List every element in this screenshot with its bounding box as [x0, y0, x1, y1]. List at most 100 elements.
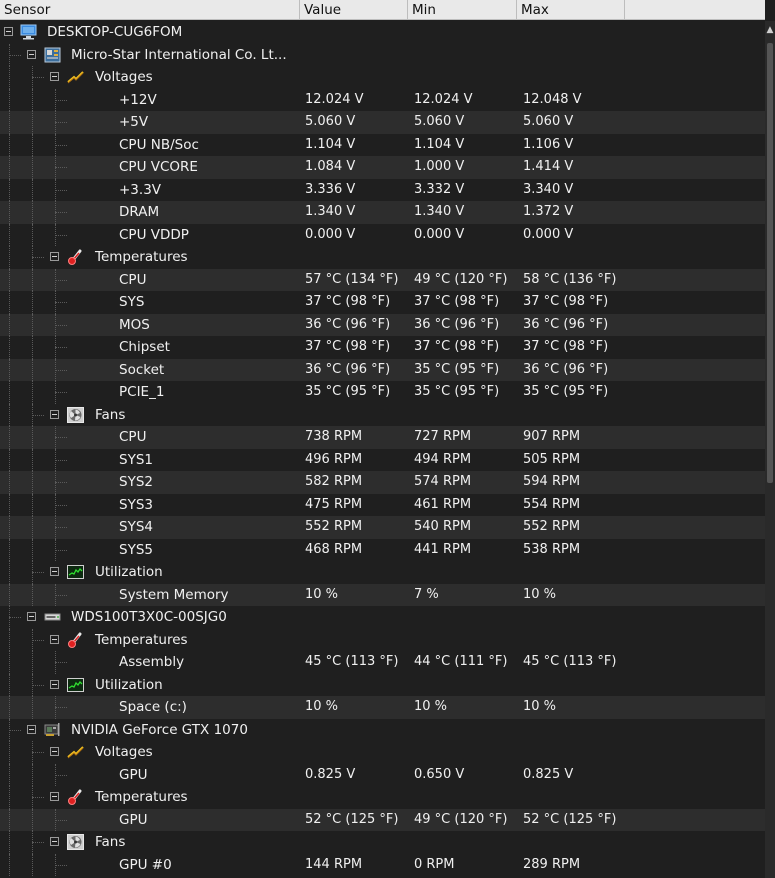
sensor-row[interactable]: SYS1 496 RPM 494 RPM 505 RPM: [0, 448, 765, 471]
sensor-row[interactable]: Chipset 37 °C (98 °F) 37 °C (98 °F) 37 °C (…: [0, 336, 765, 359]
sensor-max: 45 °C (113 °F): [523, 654, 617, 669]
sensor-row[interactable]: GPU 0.825 V 0.650 V 0.825 V: [0, 763, 765, 786]
sensor-row[interactable]: Space (c:) 10 % 10 % 10 %: [0, 696, 765, 719]
sensor-row[interactable]: +5V 5.060 V 5.060 V 5.060 V: [0, 111, 765, 134]
tree-node-group[interactable]: Voltages: [0, 66, 765, 89]
tree-node-group[interactable]: Temperatures: [0, 786, 765, 809]
thermometer-icon: [67, 249, 84, 265]
sensor-row[interactable]: GPU #0 144 RPM 0 RPM 289 RPM: [0, 853, 765, 876]
group-collapse-toggle[interactable]: [50, 72, 59, 81]
sensor-row[interactable]: +3.3V 3.336 V 3.332 V 3.340 V: [0, 178, 765, 201]
sensor-row[interactable]: System Memory 10 % 7 % 10 %: [0, 583, 765, 606]
sensor-min: 0 RPM: [414, 856, 455, 872]
sensor-min: 35 °C (95 °F): [414, 384, 500, 399]
column-header-sensor[interactable]: Sensor: [0, 0, 300, 20]
sensor-value: 144 RPM: [305, 856, 363, 872]
sensor-max: 12.048 V: [523, 91, 582, 107]
group-collapse-toggle[interactable]: [50, 837, 59, 846]
sensor-value: 475 RPM: [305, 496, 363, 512]
sensor-row[interactable]: CPU NB/Soc 1.104 V 1.104 V 1.106 V: [0, 133, 765, 156]
computer-collapse-toggle[interactable]: [4, 27, 13, 36]
column-header-min[interactable]: Min: [408, 0, 517, 20]
tree-node-device[interactable]: NVIDIA GeForce GTX 1070: [0, 718, 765, 741]
sensor-row[interactable]: CPU VDDP 0.000 V 0.000 V 0.000 V: [0, 223, 765, 246]
sensor-row[interactable]: CPU 57 °C (134 °F) 49 °C (120 °F) 58 °C (13…: [0, 268, 765, 291]
vertical-scrollbar[interactable]: ▲: [765, 21, 775, 878]
sensor-row[interactable]: Assembly 45 °C (113 °F) 44 °C (111 °F) 45 °…: [0, 651, 765, 674]
tree-node-group[interactable]: Utilization: [0, 561, 765, 584]
tree-node-group[interactable]: Voltages: [0, 741, 765, 764]
scroll-up-arrow-icon[interactable]: ▲: [765, 25, 775, 35]
sensor-max: 5.060 V: [523, 114, 574, 129]
device-collapse-toggle[interactable]: [27, 724, 36, 734]
device-name: NVIDIA GeForce GTX 1070: [71, 721, 248, 738]
tree-node-group[interactable]: Temperatures: [0, 628, 765, 651]
tree-node-device[interactable]: WDS100T3X0C-00SJG0: [0, 606, 765, 629]
sensor-min: 35 °C (95 °F): [414, 361, 500, 377]
sensor-row[interactable]: SYS5 468 RPM 441 RPM 538 RPM: [0, 538, 765, 561]
sensor-min: 10 %: [414, 699, 448, 714]
sensor-min: 1.340 V: [414, 204, 465, 219]
sensor-min: 37 °C (98 °F): [414, 294, 500, 309]
sensor-row[interactable]: DRAM 1.340 V 1.340 V 1.372 V: [0, 201, 765, 224]
sensor-max: 594 RPM: [523, 474, 581, 489]
sensor-row[interactable]: MOS 36 °C (96 °F) 36 °C (96 °F) 36 °C (96 °…: [0, 313, 765, 336]
device-collapse-toggle[interactable]: [27, 612, 36, 621]
sensor-row[interactable]: SYS4 552 RPM 540 RPM 552 RPM: [0, 516, 765, 539]
group-collapse-toggle[interactable]: [50, 567, 59, 576]
tree-node-group[interactable]: Utilization: [0, 673, 765, 696]
sensor-row[interactable]: CPU VCORE 1.084 V 1.000 V 1.414 V: [0, 156, 765, 179]
sensor-label: Socket: [119, 361, 165, 378]
sensor-max: 0.825 V: [523, 766, 574, 782]
sensor-row[interactable]: PCIE_1 35 °C (95 °F) 35 °C (95 °F) 35 °C (9…: [0, 381, 765, 404]
sensor-min: 574 RPM: [414, 474, 472, 489]
column-header: Sensor Value Min Max: [0, 0, 765, 20]
sensor-row[interactable]: SYS 37 °C (98 °F) 37 °C (98 °F) 37 °C (98 °…: [0, 291, 765, 314]
thermometer-icon: [67, 632, 84, 648]
motherboard-icon: [44, 47, 61, 63]
sensor-min: 727 RPM: [414, 429, 472, 444]
sensor-tree[interactable]: DESKTOP-CUG6FOM Micro-Star International …: [0, 21, 765, 878]
sensor-min: 12.024 V: [414, 91, 473, 107]
sensor-label: MOS: [119, 316, 150, 333]
group-name: Temperatures: [95, 789, 188, 805]
sensor-max: 10 %: [523, 586, 557, 602]
sensor-row[interactable]: SYS2 582 RPM 574 RPM 594 RPM: [0, 471, 765, 494]
device-name: Micro-Star International Co. Lt...: [71, 46, 287, 63]
sensor-value: 1.340 V: [305, 204, 356, 219]
group-collapse-toggle[interactable]: [50, 409, 59, 419]
tree-node-group[interactable]: Temperatures: [0, 246, 765, 269]
group-name: Voltages: [95, 744, 153, 760]
sensor-label: +3.3V: [119, 181, 162, 198]
device-collapse-toggle[interactable]: [27, 49, 36, 59]
group-collapse-toggle[interactable]: [50, 792, 59, 801]
sensor-label: CPU VCORE: [119, 159, 198, 175]
group-collapse-toggle[interactable]: [50, 252, 59, 261]
sensor-max: 505 RPM: [523, 451, 581, 467]
sensor-row[interactable]: Socket 36 °C (96 °F) 35 °C (95 °F) 36 °C (9…: [0, 358, 765, 381]
scroll-thumb[interactable]: [767, 43, 773, 483]
sensor-row[interactable]: GPU 52 °C (125 °F) 49 °C (120 °F) 52 °C (12…: [0, 808, 765, 831]
group-name: Fans: [95, 406, 126, 423]
sensor-row[interactable]: SYS3 475 RPM 461 RPM 554 RPM: [0, 493, 765, 516]
sensor-row[interactable]: CPU 738 RPM 727 RPM 907 RPM: [0, 426, 765, 449]
tree-node-device[interactable]: Micro-Star International Co. Lt...: [0, 43, 765, 66]
sensor-min: 3.332 V: [414, 181, 465, 197]
tree-node-computer[interactable]: DESKTOP-CUG6FOM: [0, 21, 765, 44]
sensor-label: SYS5: [119, 541, 153, 558]
fan-icon: [67, 834, 84, 850]
sensor-min: 1.000 V: [414, 159, 465, 174]
sensor-label: DRAM: [119, 204, 160, 220]
sensor-max: 10 %: [523, 699, 557, 714]
group-collapse-toggle[interactable]: [50, 634, 59, 644]
group-collapse-toggle[interactable]: [50, 747, 59, 756]
column-header-value[interactable]: Value: [300, 0, 408, 20]
tree-node-group[interactable]: Fans: [0, 831, 765, 854]
sensor-label: PCIE_1: [119, 384, 165, 400]
sensor-row[interactable]: +12V 12.024 V 12.024 V 12.048 V: [0, 88, 765, 111]
sensor-value: 36 °C (96 °F): [305, 316, 391, 332]
group-collapse-toggle[interactable]: [50, 679, 59, 689]
column-header-max[interactable]: Max: [517, 0, 625, 20]
tree-node-group[interactable]: Fans: [0, 403, 765, 426]
sensor-label: GPU #0: [119, 856, 172, 873]
